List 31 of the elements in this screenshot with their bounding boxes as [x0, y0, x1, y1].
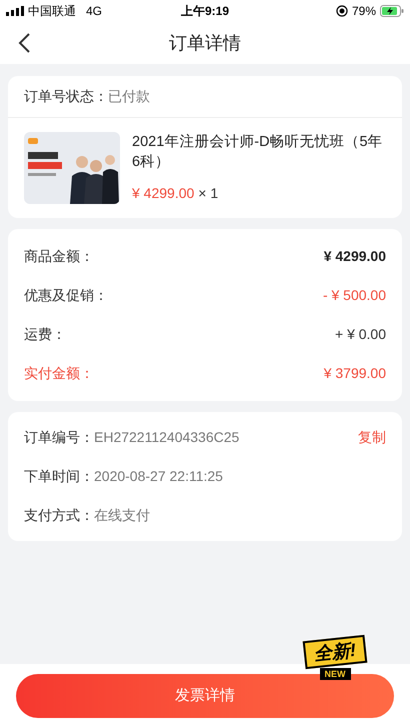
amount-label: 实付金额：	[24, 364, 94, 383]
info-value: EH2722112404336C25	[94, 428, 240, 447]
product-price: ¥ 4299.00	[132, 184, 194, 203]
product-title: 2021年注册会计师-D畅听无忧班（5年6科）	[132, 133, 384, 172]
network-type: 4G	[86, 3, 102, 20]
copy-button[interactable]: 复制	[358, 427, 386, 448]
product-quantity: × 1	[198, 184, 218, 203]
battery-charging-icon	[380, 5, 404, 17]
carrier-name: 中国联通	[28, 3, 76, 20]
status-value: 已付款	[108, 87, 150, 106]
info-value: 2020-08-27 22:11:25	[94, 467, 224, 486]
status-time: 上午9:19	[180, 3, 230, 20]
amount-value: ¥ 3799.00	[324, 364, 386, 383]
amount-label: 商品金额：	[24, 247, 94, 266]
badge-text: 全新!	[302, 634, 368, 670]
battery-percent: 79%	[352, 3, 376, 20]
badge-subtext: NEW	[320, 668, 350, 680]
amount-value: + ¥ 0.00	[335, 325, 386, 344]
page-title: 订单详情	[169, 32, 241, 54]
info-label: 订单编号：	[24, 428, 94, 447]
info-label: 下单时间：	[24, 467, 94, 486]
info-value: 在线支付	[94, 506, 151, 525]
status-label: 订单号状态：	[24, 87, 108, 106]
amount-value: ¥ 4299.00	[324, 247, 386, 266]
signal-icon	[6, 6, 24, 16]
amount-label: 优惠及促销：	[24, 286, 108, 305]
back-chevron-icon	[18, 33, 30, 53]
rotation-lock-icon	[336, 5, 348, 17]
info-label: 支付方式：	[24, 506, 94, 525]
amount-value: - ¥ 500.00	[322, 286, 386, 305]
amount-label: 运费：	[24, 325, 66, 344]
